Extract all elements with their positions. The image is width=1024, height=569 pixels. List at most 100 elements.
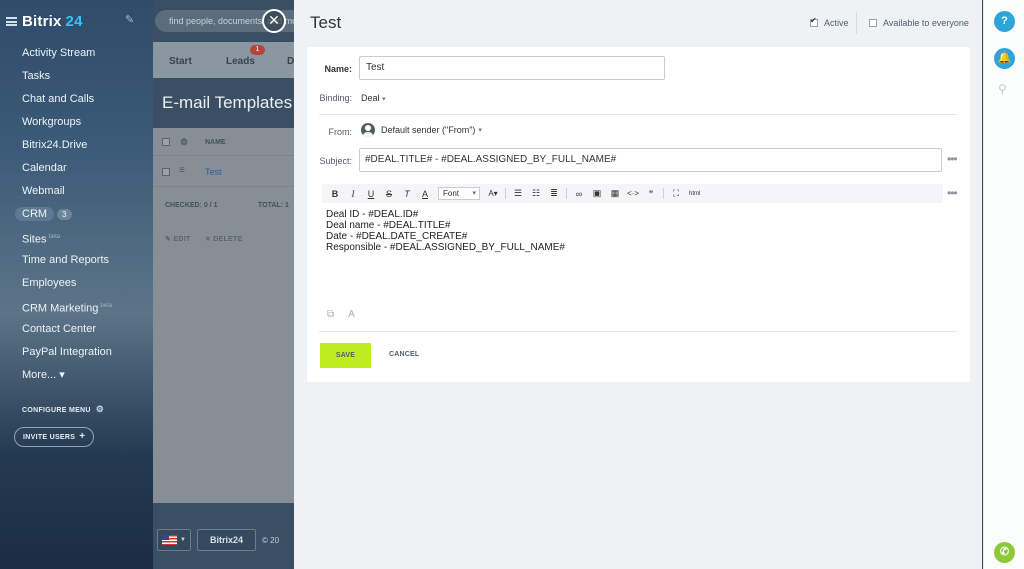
active-label: Active <box>824 18 849 28</box>
logo[interactable]: Bitrix 24 <box>22 13 83 30</box>
sidebar-item-crm-marketing[interactable]: CRM Marketing beta <box>22 297 112 320</box>
menu-burger-icon[interactable] <box>6 16 17 26</box>
clear-format-button[interactable]: T <box>398 189 416 199</box>
align-icon[interactable]: ≣ <box>545 188 563 199</box>
configure-menu-link[interactable]: CONFIGURE MENU ⚙ <box>22 404 104 415</box>
grid-actions: ✎ EDIT ✕ DELETE <box>165 235 243 243</box>
tab-deals[interactable]: D <box>287 56 294 67</box>
leads-counter-badge: 1 <box>250 45 265 55</box>
sidebar-item-chat[interactable]: Chat and Calls <box>22 90 112 113</box>
sender-selector[interactable]: Default sender ("From") ▾ <box>361 123 482 137</box>
strikethrough-button[interactable]: S <box>380 189 398 199</box>
right-toolbar: ? 🔔 ⚲ ✆ <box>983 0 1024 569</box>
copyright-text: © 20 <box>262 535 280 545</box>
settings-gear-icon[interactable]: ⚙ <box>180 137 188 148</box>
quote-icon[interactable]: ” <box>642 189 660 199</box>
fullscreen-icon[interactable]: ⛶ <box>667 188 685 199</box>
divider <box>319 114 957 115</box>
toolbar-divider <box>505 188 506 199</box>
sidebar-item-calendar[interactable]: Calendar <box>22 159 112 182</box>
sidebar-item-sites[interactable]: Sites beta <box>22 228 112 251</box>
sidebar-item-webmail[interactable]: Webmail <box>22 182 112 205</box>
editor-line: Date - #DEAL.DATE_CREATE# <box>326 231 468 242</box>
plus-icon: + <box>79 431 86 442</box>
everyone-toggle[interactable]: Available to everyone <box>869 18 969 28</box>
text-format-icon[interactable]: A <box>348 309 355 320</box>
attach-image-icon[interactable]: ⧉ <box>327 309 334 320</box>
image-icon[interactable]: ▣ <box>588 188 606 199</box>
font-select[interactable]: Font <box>438 187 480 200</box>
help-icon: ? <box>1001 15 1008 27</box>
chevron-down-icon: ▾ <box>478 127 482 134</box>
close-icon: ✕ <box>268 12 280 28</box>
sidebar-item-paypal[interactable]: PayPal Integration <box>22 343 112 366</box>
link-icon[interactable]: ∞ <box>570 189 588 199</box>
active-checkbox[interactable] <box>810 16 818 27</box>
save-button[interactable]: SAVE <box>320 343 371 368</box>
bullet-list-icon[interactable]: ☷ <box>527 188 545 199</box>
toolbar-divider <box>663 188 664 199</box>
table-icon[interactable]: ▦ <box>606 188 624 199</box>
everyone-checkbox[interactable] <box>869 19 877 27</box>
name-field[interactable]: Test <box>359 56 665 80</box>
subject-label: Subject: <box>319 156 352 166</box>
close-slider-button[interactable]: ✕ <box>262 9 286 33</box>
edit-action[interactable]: ✎ EDIT <box>165 236 191 243</box>
toolbar-more-icon[interactable]: ••• <box>947 186 958 200</box>
edit-pencil-icon[interactable]: ✎ <box>125 13 134 26</box>
font-size-button[interactable]: A▾ <box>484 189 502 198</box>
grid-header: ⚙ NAME <box>153 128 294 156</box>
user-avatar-icon <box>361 123 375 137</box>
search-icon[interactable]: ⚲ <box>998 82 1007 96</box>
italic-button[interactable]: I <box>344 189 362 199</box>
crm-pill[interactable]: CRM <box>15 207 55 221</box>
sidebar-item-contact-center[interactable]: Contact Center <box>22 320 112 343</box>
toolbar-divider <box>566 188 567 199</box>
total-count: TOTAL: 1 <box>258 202 289 209</box>
editor-line: Responsible - #DEAL.ASSIGNED_BY_FULL_NAM… <box>326 242 565 253</box>
bold-button[interactable]: B <box>326 189 344 199</box>
tab-leads[interactable]: Leads <box>226 56 255 67</box>
select-all-checkbox[interactable] <box>162 138 170 146</box>
chevron-down-icon: ▾ <box>382 96 386 103</box>
sidebar-item-tasks[interactable]: Tasks <box>22 67 112 90</box>
subject-field[interactable]: #DEAL.TITLE# - #DEAL.ASSIGNED_BY_FULL_NA… <box>359 148 942 172</box>
phone-button[interactable]: ✆ <box>994 542 1015 563</box>
font-color-button[interactable]: A <box>416 189 434 199</box>
sidebar-item-time-reports[interactable]: Time and Reports <box>22 251 112 274</box>
table-row[interactable]: ≡ Test <box>153 157 294 187</box>
column-name-header[interactable]: NAME <box>205 139 226 146</box>
checked-count: CHECKED: 0 / 1 <box>165 202 218 209</box>
cancel-button[interactable]: CANCEL <box>389 351 419 358</box>
subject-more-icon[interactable]: ••• <box>947 152 958 166</box>
message-body-editor[interactable]: Deal ID - #DEAL.ID# Deal name - #DEAL.TI… <box>326 209 565 253</box>
code-icon[interactable]: <·> <box>624 189 642 198</box>
template-slider-panel: Test Active Available to everyone Name: … <box>294 0 982 569</box>
binding-selector[interactable]: Deal ▾ <box>361 93 386 103</box>
row-menu-icon[interactable]: ≡ <box>179 165 185 176</box>
sidebar-item-employees[interactable]: Employees <box>22 274 112 297</box>
bitrix24-button[interactable]: Bitrix24 <box>197 529 257 551</box>
sidebar-item-workgroups[interactable]: Workgroups <box>22 113 112 136</box>
row-checkbox[interactable] <box>162 168 170 176</box>
sidebar-item-drive[interactable]: Bitrix24.Drive <box>22 136 112 159</box>
language-selector[interactable]: ▼ <box>157 529 191 551</box>
crm-tabs: Start Leads D <box>153 42 294 78</box>
delete-action[interactable]: ✕ DELETE <box>205 236 243 243</box>
numbered-list-icon[interactable]: ☰ <box>509 188 527 199</box>
underline-button[interactable]: U <box>362 189 380 199</box>
binding-label: Binding: <box>319 93 352 103</box>
sidebar-item-more[interactable]: More... ▾ <box>22 366 112 389</box>
row-name-link[interactable]: Test <box>205 167 222 177</box>
invite-users-button[interactable]: INVITE USERS + <box>14 427 95 447</box>
tab-start[interactable]: Start <box>169 56 192 67</box>
help-button[interactable]: ? <box>994 11 1015 32</box>
active-toggle[interactable]: Active <box>810 16 849 28</box>
sidebar-item-activity-stream[interactable]: Activity Stream <box>22 44 112 67</box>
template-form-card: Name: Test Binding: Deal ▾ From: Default… <box>307 47 970 382</box>
notifications-button[interactable]: 🔔 <box>994 48 1015 69</box>
sidebar-item-crm[interactable]: CRM 3 <box>15 205 112 228</box>
us-flag-icon <box>162 535 178 545</box>
templates-grid: ⚙ NAME ≡ Test CHECKED: 0 / 1 TOTAL: 1 ✎ … <box>153 128 294 503</box>
html-mode-button[interactable]: html <box>689 191 700 197</box>
